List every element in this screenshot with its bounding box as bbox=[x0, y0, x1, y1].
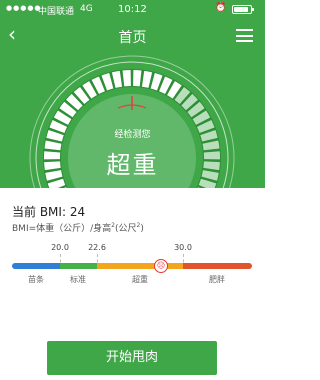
bmi-scale: 20.0 22.6 30.0 ☹ 苗条 标准 超重 肥胖 bbox=[12, 243, 252, 293]
scale-segment-overweight bbox=[97, 263, 183, 269]
scale-segment-slim bbox=[12, 263, 60, 269]
category-label: 标准 bbox=[70, 275, 86, 284]
threshold-label: 22.6 bbox=[88, 243, 106, 252]
hamburger-menu-icon[interactable] bbox=[236, 29, 253, 42]
nav-bar: ‹ 首页 bbox=[0, 20, 265, 52]
carrier-name: 中国联通 bbox=[38, 7, 75, 17]
scale-segment-obese bbox=[183, 263, 252, 269]
header-panel: ●●●●● 中国联通 4G 10:12 ⏰ ‹ 首页 经检测您 超重 bbox=[0, 0, 265, 188]
network-type: 4G bbox=[80, 4, 93, 14]
page-title: 首页 bbox=[118, 30, 147, 46]
threshold-label: 20.0 bbox=[51, 243, 69, 252]
clock: 10:12 bbox=[118, 4, 147, 15]
current-bmi: 当前 BMI: 24 bbox=[12, 203, 85, 220]
alarm-icon: ⏰ bbox=[215, 3, 227, 13]
threshold-label: 30.0 bbox=[174, 243, 192, 252]
category-label: 超重 bbox=[132, 275, 148, 284]
category-label: 苗条 bbox=[28, 275, 44, 284]
status-bar: ●●●●● 中国联通 4G 10:12 ⏰ bbox=[0, 0, 265, 20]
current-bmi-label: 当前 BMI: bbox=[12, 205, 66, 219]
gauge-label: 经检测您 bbox=[114, 130, 151, 140]
current-bmi-value: 24 bbox=[69, 205, 86, 219]
category-label: 肥胖 bbox=[209, 275, 225, 284]
scale-segment-normal bbox=[60, 263, 97, 269]
bmi-result: 超重 bbox=[106, 151, 159, 179]
signal-icon: ●●●●● bbox=[6, 4, 42, 12]
sad-face-marker-icon: ☹ bbox=[154, 259, 168, 273]
bmi-formula: BMI=体重（公斤）/身高2(公尺2) bbox=[12, 222, 144, 234]
start-button[interactable]: 开始甩肉 bbox=[47, 341, 217, 375]
battery-icon bbox=[232, 5, 254, 14]
